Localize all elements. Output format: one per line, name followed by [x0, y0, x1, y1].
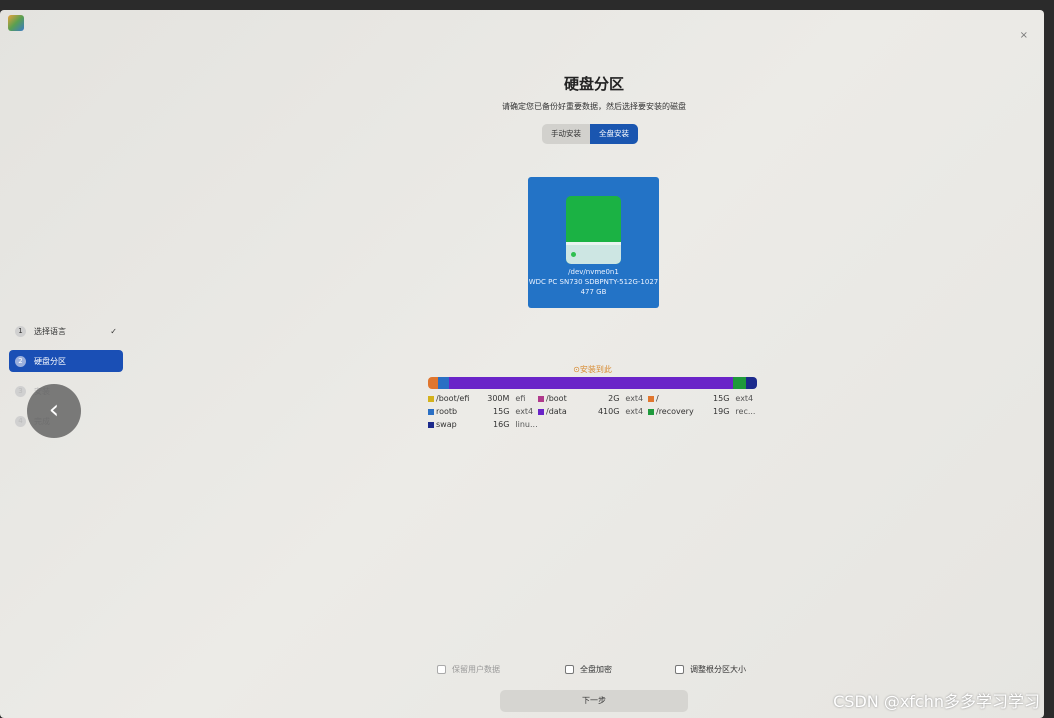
partition-size: 16G	[493, 420, 510, 429]
partition-size: 15G	[713, 394, 730, 403]
resize-root-checkbox[interactable]: 调整根分区大小	[675, 664, 746, 675]
legend-item: /boot 2G ext4	[538, 394, 648, 403]
color-swatch	[428, 395, 434, 402]
checkbox-icon	[565, 665, 574, 674]
legend-item: / 15G ext4	[648, 394, 758, 403]
step-number: 1	[15, 325, 26, 337]
disk-model: WDC PC SN730 SDBPNTY-512G-1027	[528, 278, 659, 286]
color-swatch	[538, 395, 544, 402]
keep-user-data-checkbox[interactable]: 保留用户数据	[437, 664, 500, 675]
back-chevron-icon[interactable]: ‹	[27, 384, 81, 438]
partition-name: /recovery	[656, 407, 694, 416]
legend-item: swap 16G linu...	[428, 420, 538, 429]
install-here-label: ⊙安装到此	[573, 365, 612, 374]
step-label: 选择语言	[34, 326, 66, 336]
checkbox-icon	[437, 665, 446, 674]
partition-size: 410G	[597, 407, 620, 416]
partition-name: swap	[436, 420, 457, 429]
color-swatch	[428, 408, 434, 415]
legend-item: /boot/efi 300M efi	[428, 394, 538, 403]
partition-segment	[732, 377, 746, 389]
checkbox-icon	[675, 665, 684, 674]
partition-name: /	[656, 394, 659, 403]
next-button[interactable]: 下一步	[500, 690, 688, 712]
partition-name: /boot/efi	[436, 394, 470, 403]
step-disk-partition: 2 硬盘分区	[9, 350, 123, 372]
page-subtitle: 请确定您已备份好重要数据，然后选择要安装的磁盘	[502, 102, 686, 111]
check-icon: ✓	[110, 326, 117, 336]
color-swatch	[648, 408, 654, 415]
disk-size: 477 GB	[580, 288, 607, 296]
tab-manual-install[interactable]: 手动安装	[542, 124, 590, 144]
app-icon	[8, 15, 24, 31]
partition-bar	[428, 377, 757, 389]
disk-card[interactable]: /dev/nvme0n1 WDC PC SN730 SDBPNTY-512G-1…	[528, 177, 659, 308]
partition-fs: ext4	[625, 394, 644, 403]
color-swatch	[428, 421, 434, 428]
partition-fs: efi	[515, 394, 526, 403]
checkbox-label: 调整根分区大小	[690, 665, 746, 674]
partition-name: /boot	[546, 394, 567, 403]
installer-window: × 硬盘分区 请确定您已备份好重要数据，然后选择要安装的磁盘 手动安装 全盘安装…	[0, 10, 1044, 718]
step-select-language: 1 选择语言 ✓	[9, 320, 123, 342]
step-label: 硬盘分区	[34, 356, 66, 366]
partition-segment	[438, 377, 449, 389]
install-mode-tabs: 手动安装 全盘安装	[542, 124, 638, 144]
partition-fs: linu...	[515, 420, 538, 429]
partition-size: 2G	[608, 394, 620, 403]
partition-fs: rec...	[735, 407, 756, 416]
watermark: CSDN @xfchn多多学习学习	[833, 692, 1040, 711]
partition-size: 19G	[713, 407, 730, 416]
partition-fs: ext4	[625, 407, 644, 416]
partition-segment	[448, 377, 733, 389]
step-number: 2	[15, 355, 26, 367]
partition-segment	[745, 377, 757, 389]
step-number: 3	[15, 385, 26, 397]
disk-path: /dev/nvme0n1	[568, 268, 619, 276]
partition-segment	[428, 377, 439, 389]
partition-fs: ext4	[515, 407, 534, 416]
partition-size: 15G	[493, 407, 510, 416]
color-swatch	[648, 395, 654, 402]
partition-name: rootb	[436, 407, 458, 416]
close-icon[interactable]: ×	[1020, 30, 1028, 41]
hard-drive-icon	[566, 196, 621, 264]
step-number: 4	[15, 415, 26, 427]
legend-item: rootb 15G ext4	[428, 407, 538, 416]
legend-item: /data 410G ext4	[538, 407, 648, 416]
legend-item: /recovery 19G rec...	[648, 407, 758, 416]
partition-legend: /boot/efi 300M efi/boot 2G ext4/15G ext4 rootb…	[428, 394, 758, 429]
full-disk-encrypt-checkbox[interactable]: 全盘加密	[565, 664, 612, 675]
partition-name: /data	[546, 407, 567, 416]
partition-fs: ext4	[735, 394, 754, 403]
tab-full-disk-install[interactable]: 全盘安装	[590, 124, 638, 144]
page-title: 硬盘分区	[563, 75, 624, 93]
color-swatch	[538, 408, 544, 415]
checkbox-label: 全盘加密	[580, 665, 612, 674]
checkbox-label: 保留用户数据	[452, 665, 500, 674]
partition-size: 300M	[487, 394, 510, 403]
